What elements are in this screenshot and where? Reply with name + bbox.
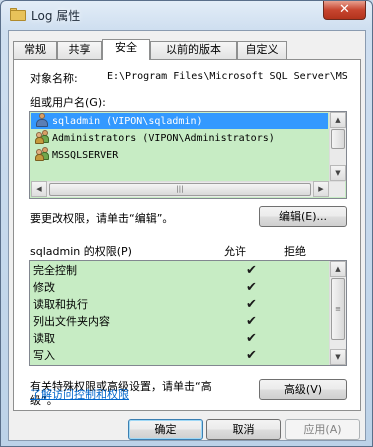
group-icon [35,147,49,161]
allow-check-icon: ✔ [246,280,257,295]
title-bar[interactable]: Log 属性 ✕ [1,1,372,29]
group-icon [35,130,49,144]
allow-check-icon: ✔ [246,297,257,312]
object-name-label: 对象名称: [30,72,78,85]
allow-check-icon: ✔ [246,314,257,329]
folder-icon [10,8,26,21]
permission-name: 修改 [33,281,55,294]
change-hint: 要更改权限，请单击“编辑”。 [30,212,174,225]
ok-button[interactable]: 确定 [128,419,203,440]
principals-vertical-scrollbar[interactable]: ▲ ▼ [329,112,346,181]
scrollbar-thumb[interactable]: ||| [49,183,311,196]
permission-name: 完全控制 [33,264,77,277]
permission-row: 读取和执行 ✔ [32,296,257,313]
permission-row: 完全控制 ✔ [32,262,257,279]
principal-name: MSSQLSERVER [52,150,119,161]
scrollbar-thumb[interactable] [331,129,345,149]
permission-row: 读取 ✔ [32,330,257,347]
dialog-client: 常规 共享 安全 以前的版本 自定义 对象名称: E:\Program File… [8,30,366,441]
principal-row[interactable]: MSSQLSERVER [31,147,118,163]
scrollbar-thumb[interactable]: ≡ [331,278,345,340]
window-title: Log 属性 [31,9,81,23]
tab-customize[interactable]: 自定义 [237,41,287,59]
permission-name: 读取和执行 [33,298,88,311]
apply-button[interactable]: 应用(A) [285,419,360,440]
principal-row[interactable]: Administrators (VIPON\Administrators) [31,130,275,146]
user-icon [35,113,49,127]
tab-sharing[interactable]: 共享 [57,41,102,59]
permission-name: 列出文件夹内容 [33,315,110,328]
tab-general[interactable]: 常规 [13,41,57,59]
allow-check-icon: ✔ [246,331,257,346]
advanced-button[interactable]: 高级(V) [259,379,347,400]
allow-column-header: 允许 [224,245,246,258]
tab-previous-versions[interactable]: 以前的版本 [150,41,237,59]
permissions-list: 完全控制 ✔ 修改 ✔ 读取和执行 ✔ 列出文件夹内容 ✔ 读取 ✔ 写入 ✔ … [29,260,347,366]
scroll-down-icon[interactable]: ▼ [330,349,346,365]
learn-access-control-link[interactable]: 了解访问控制和权限 [30,386,129,402]
principal-name: Administrators (VIPON\Administrators) [52,133,275,144]
permission-row: 列出文件夹内容 ✔ [32,313,257,330]
permission-row: 写入 ✔ [32,347,257,364]
principal-name: sqladmin (VIPON\sqladmin) [52,116,203,127]
principals-horizontal-scrollbar[interactable]: ◀ ||| ▶ [31,181,345,197]
permissions-header: sqladmin 的权限(P) [30,245,132,258]
deny-column-header: 拒绝 [284,245,306,258]
cancel-button[interactable]: 取消 [206,419,281,440]
allow-check-icon: ✔ [246,263,257,278]
edit-button[interactable]: 编辑(E)... [259,206,347,227]
permission-row: 修改 ✔ [32,279,257,296]
properties-window: Log 属性 ✕ 常规 共享 安全 以前的版本 自定义 对象名称: E:\Pro… [0,0,373,447]
scroll-right-icon[interactable]: ▶ [313,181,329,197]
permissions-vertical-scrollbar[interactable]: ▲ ≡ ▼ [329,261,346,365]
close-button[interactable]: ✕ [323,1,366,20]
permission-name: 写入 [33,349,55,362]
group-label: 组或用户名(G): [30,96,106,109]
scroll-up-icon[interactable]: ▲ [330,112,346,128]
scroll-down-icon[interactable]: ▼ [330,165,346,181]
security-panel: 对象名称: E:\Program Files\Microsoft SQL Ser… [13,59,361,411]
principals-list[interactable]: sqladmin (VIPON\sqladmin) Administrators… [29,111,347,199]
tab-security[interactable]: 安全 [102,39,150,60]
object-name-value: E:\Program Files\Microsoft SQL Server\MS [107,71,348,82]
principal-row[interactable]: sqladmin (VIPON\sqladmin) [31,113,328,129]
scroll-up-icon[interactable]: ▲ [330,261,346,277]
allow-check-icon: ✔ [246,348,257,363]
scroll-left-icon[interactable]: ◀ [31,181,47,197]
permission-name: 读取 [33,332,55,345]
